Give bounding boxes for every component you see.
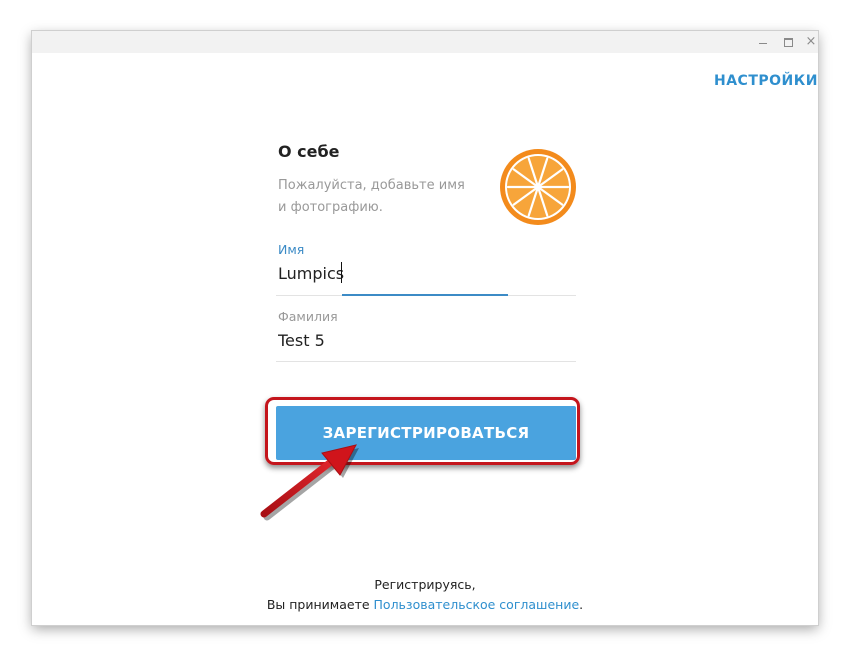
user-agreement-link[interactable]: Пользовательское соглашение [374,597,580,612]
profile-description: Пожалуйста, добавьте имя и фотографию. [278,175,478,219]
last-name-underline [276,361,576,362]
last-name-input[interactable] [276,327,580,353]
maximize-button[interactable] [781,35,795,49]
first-name-label: Имя [278,242,305,257]
title-bar: × [32,31,818,53]
last-name-label: Фамилия [278,309,338,324]
app-window: × НАСТРОЙКИ О себе Пожалуйста, добавьте … [32,31,818,625]
terms-notice-line2: Вы принимаете Пользовательское соглашени… [32,597,818,612]
annotation-arrow-icon [260,444,359,521]
minimize-button[interactable] [756,35,770,49]
close-button[interactable]: × [804,35,818,49]
avatar-upload-orange-icon[interactable] [498,147,578,227]
profile-description-line: Пожалуйста, добавьте имя [278,178,465,193]
terms-notice-line1: Регистрируясь, [374,577,476,592]
first-name-focus-bar [342,294,508,296]
profile-description-line: и фотографию. [278,200,383,215]
terms-prefix: Вы принимаете [266,597,374,612]
settings-link[interactable]: НАСТРОЙКИ [714,73,818,89]
terms-suffix: . [579,597,584,612]
text-caret [341,262,342,283]
page-title: О себе [278,142,340,161]
first-name-input[interactable] [276,260,580,286]
